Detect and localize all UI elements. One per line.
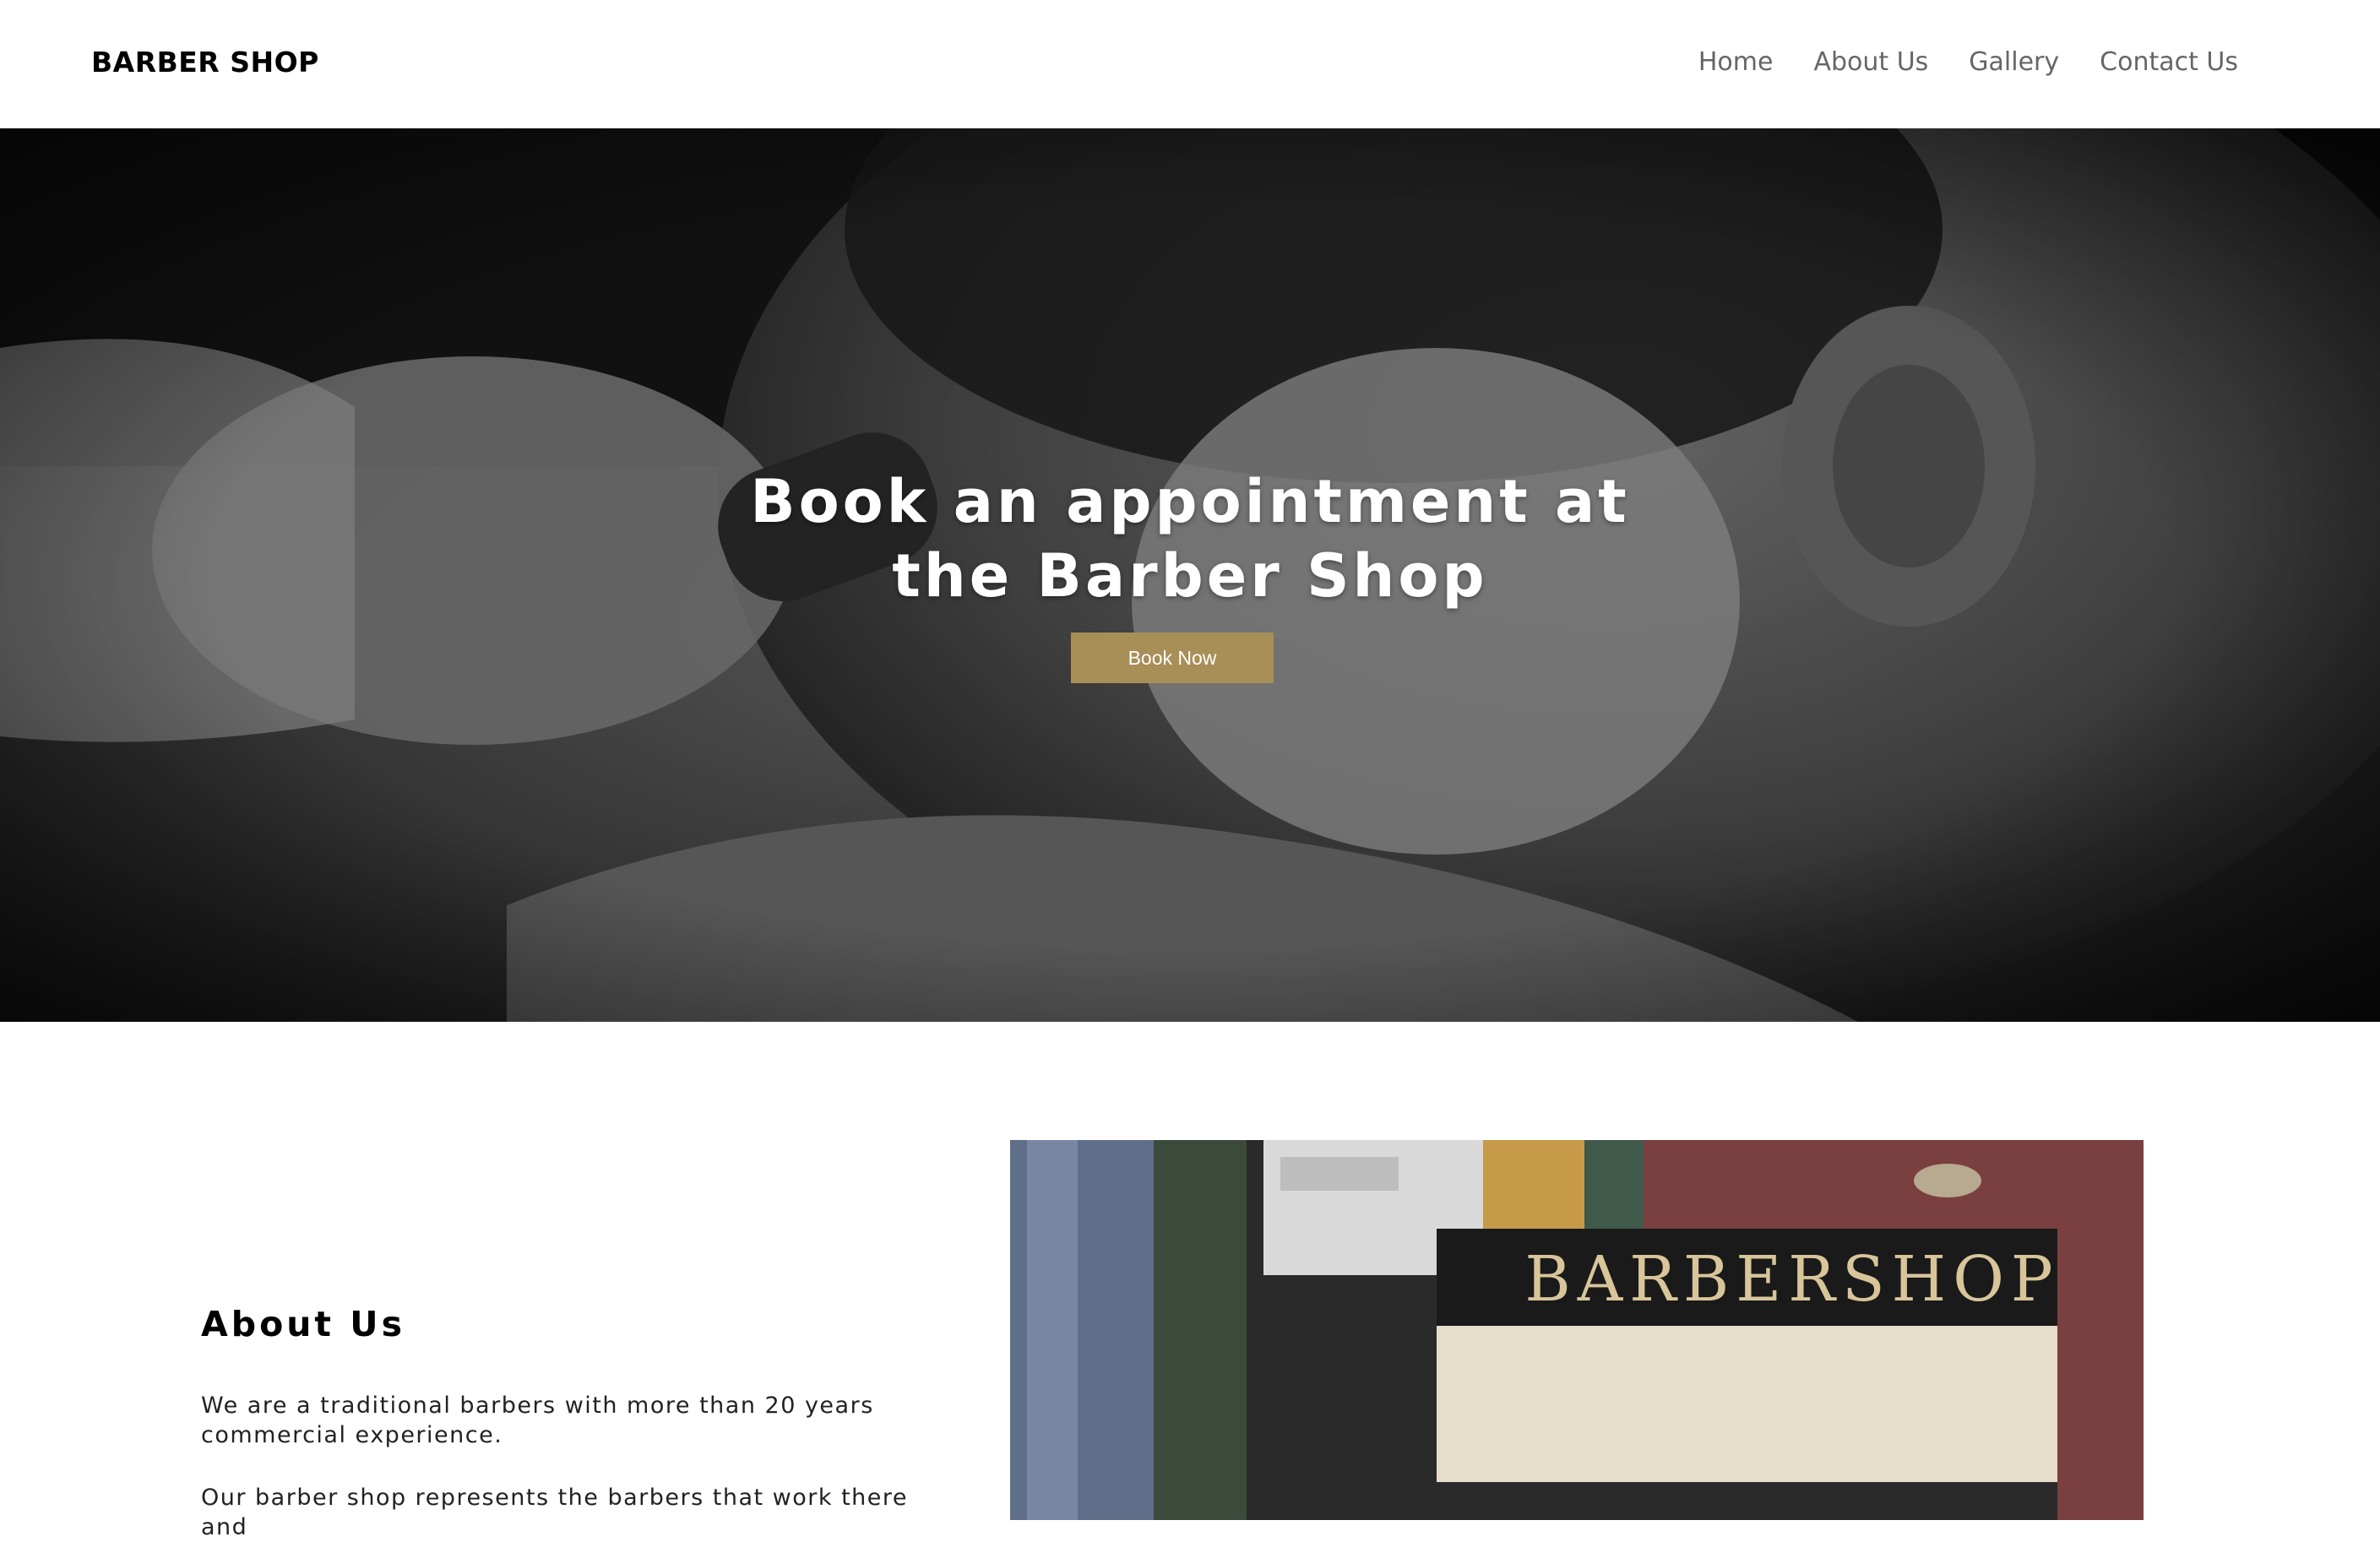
barbershop-sign-text: BARBERSHOP — [1524, 1243, 2060, 1316]
hero-title-line-2: the Barber Shop — [892, 541, 1488, 611]
hero-title: Book an appointment at the Barber Shop — [0, 464, 2380, 613]
about-title: About Us — [201, 1304, 406, 1344]
site-header: BARBER SHOP Home About Us Gallery Contac… — [0, 0, 2380, 128]
barbershop-sign-image — [1010, 1140, 2144, 1520]
main-nav: Home About Us Gallery Contact Us — [1698, 47, 2238, 77]
nav-item-gallery[interactable]: Gallery — [1969, 47, 2059, 77]
barbershop-storefront-illustration — [1010, 1140, 2144, 1520]
book-now-button[interactable]: Book Now — [1071, 633, 1274, 683]
nav-item-contact-us[interactable]: Contact Us — [2100, 47, 2238, 77]
about-paragraph-1: We are a traditional barbers with more t… — [201, 1393, 874, 1448]
nav-item-about-us[interactable]: About Us — [1813, 47, 1928, 77]
hero-title-line-1: Book an appointment at — [750, 467, 1630, 536]
hero-banner: Book an appointment at the Barber Shop B… — [0, 128, 2380, 1022]
about-paragraph-2: Our barber shop represents the barbers t… — [201, 1485, 909, 1540]
nav-item-home[interactable]: Home — [1698, 47, 1774, 77]
brand-logo[interactable]: BARBER SHOP — [91, 46, 319, 79]
